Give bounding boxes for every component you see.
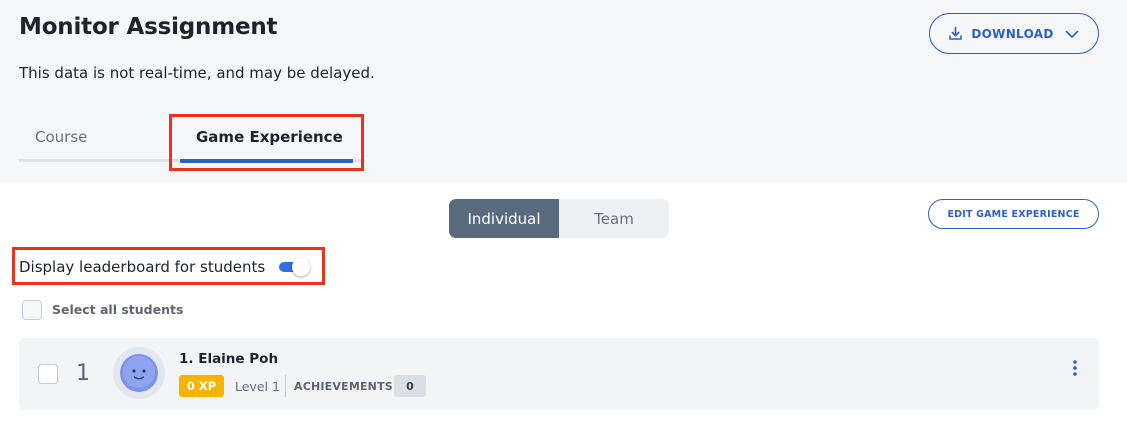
leaderboard-label: Display leaderboard for students xyxy=(19,258,266,276)
tab-course[interactable]: Course xyxy=(35,128,87,146)
toggle-knob xyxy=(292,258,310,276)
avatar xyxy=(113,347,165,399)
student-checkbox[interactable] xyxy=(38,364,58,384)
achievements-count: 0 xyxy=(394,375,426,397)
segment-individual[interactable]: Individual xyxy=(449,199,559,238)
student-row: 1 1. Elaine Poh 0 XP Level 1 ACHIEVEMENT… xyxy=(19,338,1099,410)
avatar-face-icon xyxy=(120,354,158,392)
view-segmented-control: Individual Team xyxy=(449,199,669,238)
highlight-box-tab xyxy=(169,114,364,171)
select-all-checkbox[interactable] xyxy=(22,300,42,320)
divider xyxy=(285,375,286,397)
download-button[interactable]: DOWNLOAD xyxy=(929,13,1099,54)
download-label: DOWNLOAD xyxy=(971,26,1054,41)
xp-badge: 0 XP xyxy=(179,375,224,397)
page-title: Monitor Assignment xyxy=(19,14,278,40)
student-name[interactable]: 1. Elaine Poh xyxy=(179,351,278,367)
leaderboard-toggle[interactable] xyxy=(279,258,310,276)
download-icon xyxy=(948,26,963,41)
header-section: Monitor Assignment This data is not real… xyxy=(0,0,1127,182)
more-options-icon[interactable] xyxy=(1063,356,1087,380)
segment-team[interactable]: Team xyxy=(559,199,669,238)
select-all-label: Select all students xyxy=(52,302,184,317)
achievements-label: ACHIEVEMENTS xyxy=(294,380,393,393)
chevron-down-icon xyxy=(1064,26,1080,42)
student-rank: 1 xyxy=(76,361,90,386)
edit-game-experience-button[interactable]: EDIT GAME EXPERIENCE xyxy=(928,199,1099,229)
page-subtitle: This data is not real-time, and may be d… xyxy=(19,64,375,82)
student-level: Level 1 xyxy=(235,379,280,394)
